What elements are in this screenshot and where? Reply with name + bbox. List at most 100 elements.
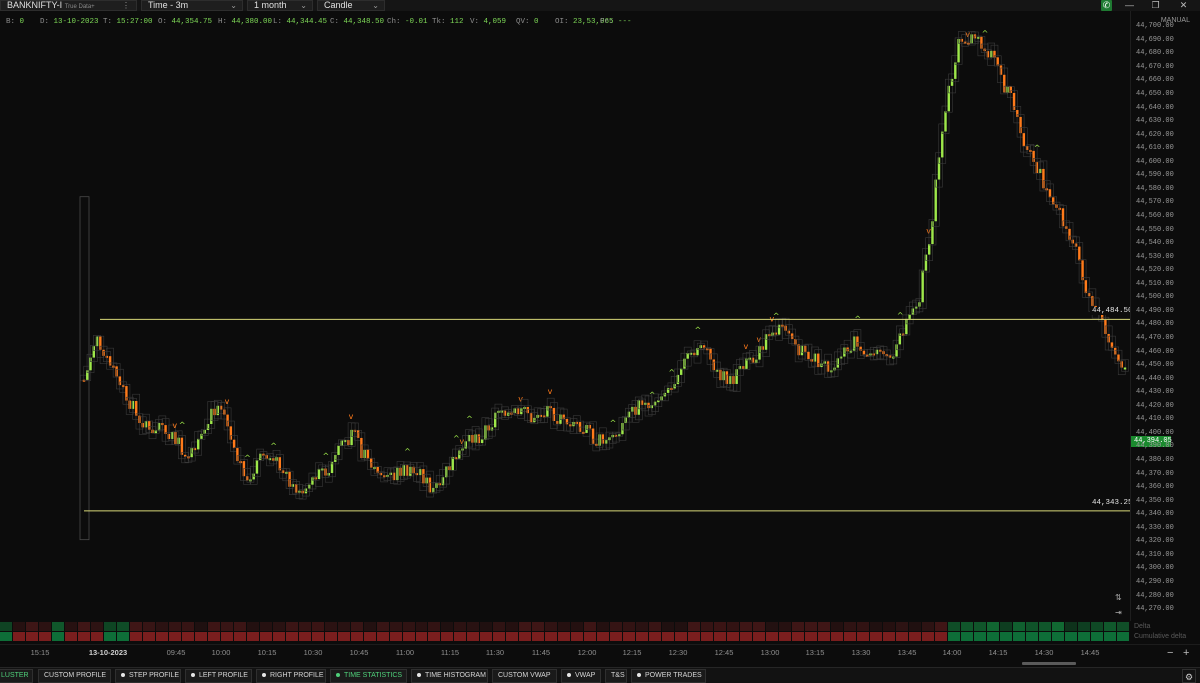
swing-high-marker: ^ <box>649 390 656 399</box>
swing-high-marker: ^ <box>404 447 411 456</box>
symbol-source: True Data+ <box>64 4 95 10</box>
price-label: 44,550.00 <box>1136 225 1174 234</box>
delta-cell <box>454 622 468 631</box>
price-label: 44,360.00 <box>1136 483 1174 492</box>
delta-cell <box>1103 622 1117 631</box>
time-label: 11:45 <box>531 648 551 657</box>
price-label: 44,570.00 <box>1136 198 1174 207</box>
tab-time-histogram[interactable]: TIME HISTOGRAM <box>411 669 488 683</box>
zoom-in-icon[interactable]: + <box>1183 647 1189 659</box>
price-axis[interactable]: MANUAL 44,394.05 ⇅ ⇥ 44,700.00 44,690.00 4… <box>1115 11 1200 621</box>
delta-cell <box>441 622 455 631</box>
toggle-dot-icon <box>336 673 340 678</box>
minimize-icon[interactable]: — <box>1124 0 1135 11</box>
tab-luster[interactable]: LUSTER <box>0 669 33 683</box>
candle-body <box>996 57 999 66</box>
tab-vwap[interactable]: VWAP <box>561 669 601 683</box>
symbol-selector[interactable]: BANKNIFTY-I True Data+ ⋮ <box>0 0 137 11</box>
time-label: 12:15 <box>622 648 642 657</box>
delta-cell <box>792 622 806 631</box>
delta-cell <box>168 622 182 631</box>
candle-body <box>944 111 947 132</box>
delta-cell <box>558 622 572 631</box>
time-label: 12:00 <box>577 648 597 657</box>
candle-body <box>941 131 944 158</box>
price-label: 44,580.00 <box>1136 184 1174 193</box>
chart-style-value: Candle <box>324 0 353 10</box>
tab-power-trades[interactable]: POWER TRADES <box>631 669 706 683</box>
cumulative-delta-cell <box>207 632 221 641</box>
price-label: 44,410.00 <box>1136 415 1174 424</box>
price-label: 44,430.00 <box>1136 388 1174 397</box>
candle-body <box>1123 367 1127 370</box>
close-icon[interactable]: ✕ <box>1178 0 1189 11</box>
auto-scale-icon[interactable]: ⇅ <box>1115 593 1122 602</box>
tab-t-s[interactable]: T&S <box>605 669 627 683</box>
cumulative-delta-cell <box>298 632 312 641</box>
price-label: 44,420.00 <box>1136 401 1174 410</box>
cumulative-delta-cell <box>623 632 637 641</box>
cumulative-delta-cell <box>1012 632 1026 641</box>
delta-cell <box>259 622 273 631</box>
cumulative-delta-cell <box>947 632 961 641</box>
cumulative-delta-cell <box>532 632 546 641</box>
time-label: 14:45 <box>1080 648 1100 657</box>
restore-icon[interactable]: ❐ <box>1150 0 1161 11</box>
delta-cell <box>1012 622 1026 631</box>
time-label: 13:45 <box>897 648 917 657</box>
price-label: 44,390.00 <box>1136 442 1174 451</box>
cumulative-delta-cell <box>389 632 403 641</box>
delta-cell <box>1090 622 1104 631</box>
delta-cell <box>688 622 702 631</box>
cumulative-delta-cell <box>363 632 377 641</box>
cumulative-delta-cell <box>519 632 533 641</box>
tab-custom-profile[interactable]: CUSTOM PROFILE <box>38 669 111 683</box>
tab-left-profile[interactable]: LEFT PROFILE <box>185 669 252 683</box>
price-label: 44,370.00 <box>1136 469 1174 478</box>
zoom-out-icon[interactable]: − <box>1167 647 1173 659</box>
cumulative-delta-cell <box>142 632 156 641</box>
price-label: 44,560.00 <box>1136 212 1174 221</box>
price-label: 44,660.00 <box>1136 76 1174 85</box>
cumulative-delta-cell <box>467 632 481 641</box>
date-label: 13-10-2023 <box>88 648 128 657</box>
more-icon[interactable]: ⋮ <box>122 1 130 10</box>
chat-icon[interactable]: ✆ <box>1101 0 1112 11</box>
chart-style-dropdown[interactable]: Candle ⌄ <box>317 0 385 11</box>
range-dropdown[interactable]: 1 month ⌄ <box>247 0 313 11</box>
cumulative-delta-cell <box>25 632 39 641</box>
price-label: 44,320.00 <box>1136 537 1174 546</box>
delta-cell <box>402 622 416 631</box>
delta-cell <box>779 622 793 631</box>
candle-body <box>197 438 200 450</box>
indicator-tabs: ⚙ LUSTER CUSTOM PROFILE STEP PROFILE LEFT P… <box>0 667 1200 683</box>
cumulative-delta-cell <box>779 632 793 641</box>
time-label: 14:15 <box>988 648 1008 657</box>
delta-cell <box>428 622 442 631</box>
price-label: 44,620.00 <box>1136 130 1174 139</box>
gear-icon[interactable]: ⚙ <box>1182 669 1196 683</box>
candle-chart[interactable]: v^v^^^v^^v^vv^^^^vvv^^^vv^^ <box>0 11 1130 621</box>
candle-body <box>1084 280 1088 294</box>
timeframe-dropdown[interactable]: Time - 3m ⌄ <box>141 0 243 11</box>
swing-high-marker: ^ <box>322 451 329 460</box>
delta-cell <box>1064 622 1078 631</box>
cumulative-delta-cell <box>571 632 585 641</box>
delta-cell <box>675 622 689 631</box>
delta-cell <box>610 622 624 631</box>
candle-body <box>337 445 340 455</box>
delta-cell <box>1116 622 1130 631</box>
horizontal-scrollbar[interactable] <box>1022 662 1076 665</box>
cumulative-delta-cell <box>155 632 169 641</box>
tab-right-profile[interactable]: RIGHT PROFILE <box>256 669 326 683</box>
tab-step-profile[interactable]: STEP PROFILE <box>115 669 181 683</box>
reset-scale-icon[interactable]: ⇥ <box>1115 608 1122 617</box>
delta-cell <box>597 622 611 631</box>
cumulative-delta-cell <box>960 632 974 641</box>
tab-custom-vwap[interactable]: CUSTOM VWAP <box>492 669 557 683</box>
time-axis[interactable]: − + 15:15 13-10-2023 09:45 10:00 10:15 10:30 1… <box>0 644 1200 667</box>
toggle-dot-icon <box>262 673 266 678</box>
chart-canvas[interactable]: v^v^^^v^^v^vv^^^^vvv^^^vv^^ <box>0 11 1130 621</box>
swing-low-marker: v <box>225 397 230 406</box>
tab-time-statistics[interactable]: TIME STATISTICS <box>330 669 407 683</box>
